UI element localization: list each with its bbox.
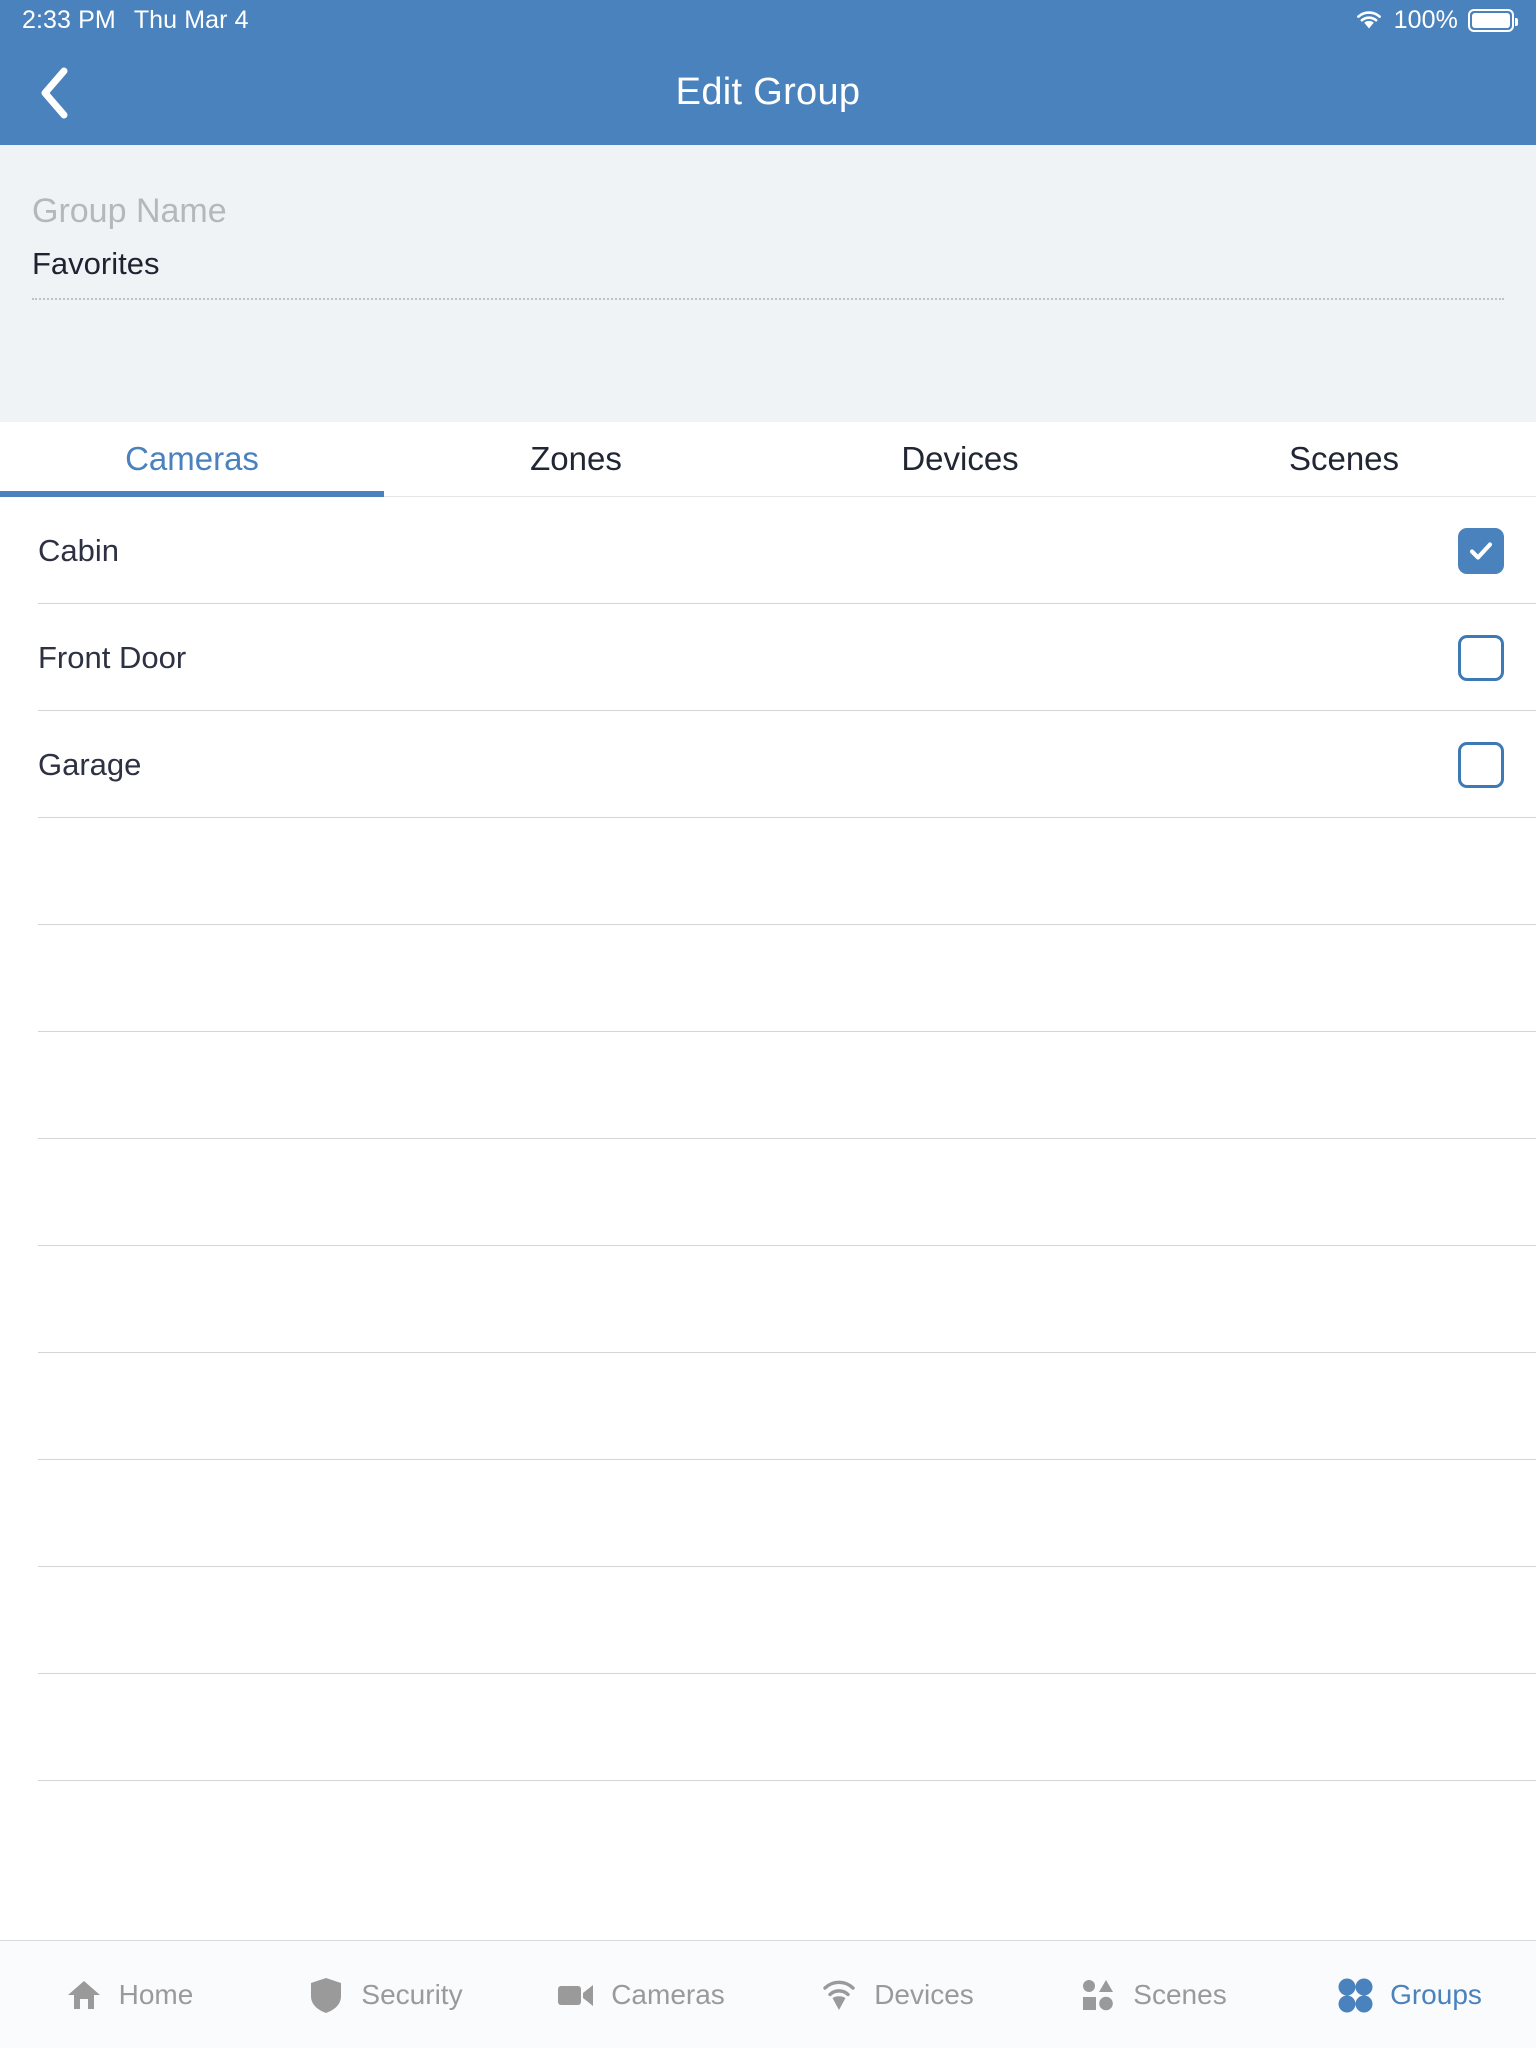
chevron-left-icon [41,67,68,118]
status-bar-right: 100% [1354,5,1518,35]
shield-icon [305,1974,347,2016]
battery-icon [1468,8,1518,32]
segment-tabs: Cameras Zones Devices Scenes [0,422,1536,497]
group-name-section: Group Name [0,145,1536,422]
row-label-cabin: Cabin [38,532,119,568]
tab-cameras[interactable]: Cameras [0,422,384,497]
row-label-garage: Garage [38,746,142,782]
battery-fill [1472,12,1510,28]
status-time: 2:33 PM [22,5,116,34]
page-title: Edit Group [675,71,861,113]
status-bar: 2:33 PM Thu Mar 4 100% [0,0,1536,40]
group-name-underline [32,246,1504,301]
nav-item-scenes[interactable]: Scenes [1024,1974,1280,2016]
tab-scenes[interactable]: Scenes [1152,422,1536,496]
table-row[interactable]: Front Door [0,604,1536,711]
nav-item-devices-label: Devices [874,1978,974,2010]
status-bar-left: 2:33 PM Thu Mar 4 [22,6,249,35]
checkbox-front-door[interactable] [1458,634,1504,681]
wifi-icon [1354,8,1384,32]
camera-list: Cabin Front Door Garage [0,497,1536,1940]
nav-item-groups[interactable]: Groups [1280,1974,1536,2016]
four-dots-icon [1334,1974,1376,2016]
empty-row [0,1139,1536,1246]
nav-item-security[interactable]: Security [256,1974,512,2016]
empty-row [0,1246,1536,1353]
table-row[interactable]: Cabin [0,497,1536,604]
check-icon [1469,541,1493,560]
signal-icon [818,1974,860,2016]
empty-row [0,1460,1536,1567]
nav-item-groups-label: Groups [1390,1978,1482,2010]
navigation-bar: Edit Group [0,40,1536,145]
nav-item-cameras[interactable]: Cameras [512,1974,768,2016]
back-button[interactable] [22,61,86,125]
empty-row [0,1567,1536,1674]
checkbox-cabin[interactable] [1458,527,1504,574]
nav-item-home-label: Home [118,1978,194,2010]
status-date: Thu Mar 4 [133,5,249,34]
tab-zones-label: Zones [530,440,622,477]
tab-cameras-label: Cameras [125,440,259,477]
app-header: 2:33 PM Thu Mar 4 100% Edit Group [0,0,1536,145]
video-camera-icon [555,1974,597,2016]
empty-row [0,1353,1536,1460]
empty-row [0,1674,1536,1781]
nav-item-scenes-label: Scenes [1133,1978,1227,2010]
tab-zones[interactable]: Zones [384,422,768,496]
tab-devices-label: Devices [901,440,1019,477]
nav-item-security-label: Security [361,1978,463,2010]
empty-row [0,925,1536,1032]
empty-row [0,1032,1536,1139]
nav-item-devices[interactable]: Devices [768,1974,1024,2016]
table-row[interactable]: Garage [0,711,1536,818]
tab-scenes-label: Scenes [1288,440,1400,477]
row-label-front-door: Front Door [38,639,187,675]
house-icon [63,1974,105,2016]
battery-percent-label: 100% [1393,5,1458,34]
app-root: 2:33 PM Thu Mar 4 100% Edit Group Group … [0,0,1536,2048]
nav-item-home[interactable]: Home [0,1974,256,2016]
tab-devices[interactable]: Devices [768,422,1152,496]
group-name-label: Group Name [32,192,227,230]
nav-item-cameras-label: Cameras [611,1978,725,2010]
group-name-input[interactable] [32,246,1504,283]
checkbox-garage[interactable] [1458,741,1504,788]
shapes-icon [1077,1974,1119,2016]
bottom-navigation: Home Security Cameras Devices Scenes Gro… [0,1940,1536,2048]
empty-row [0,818,1536,925]
